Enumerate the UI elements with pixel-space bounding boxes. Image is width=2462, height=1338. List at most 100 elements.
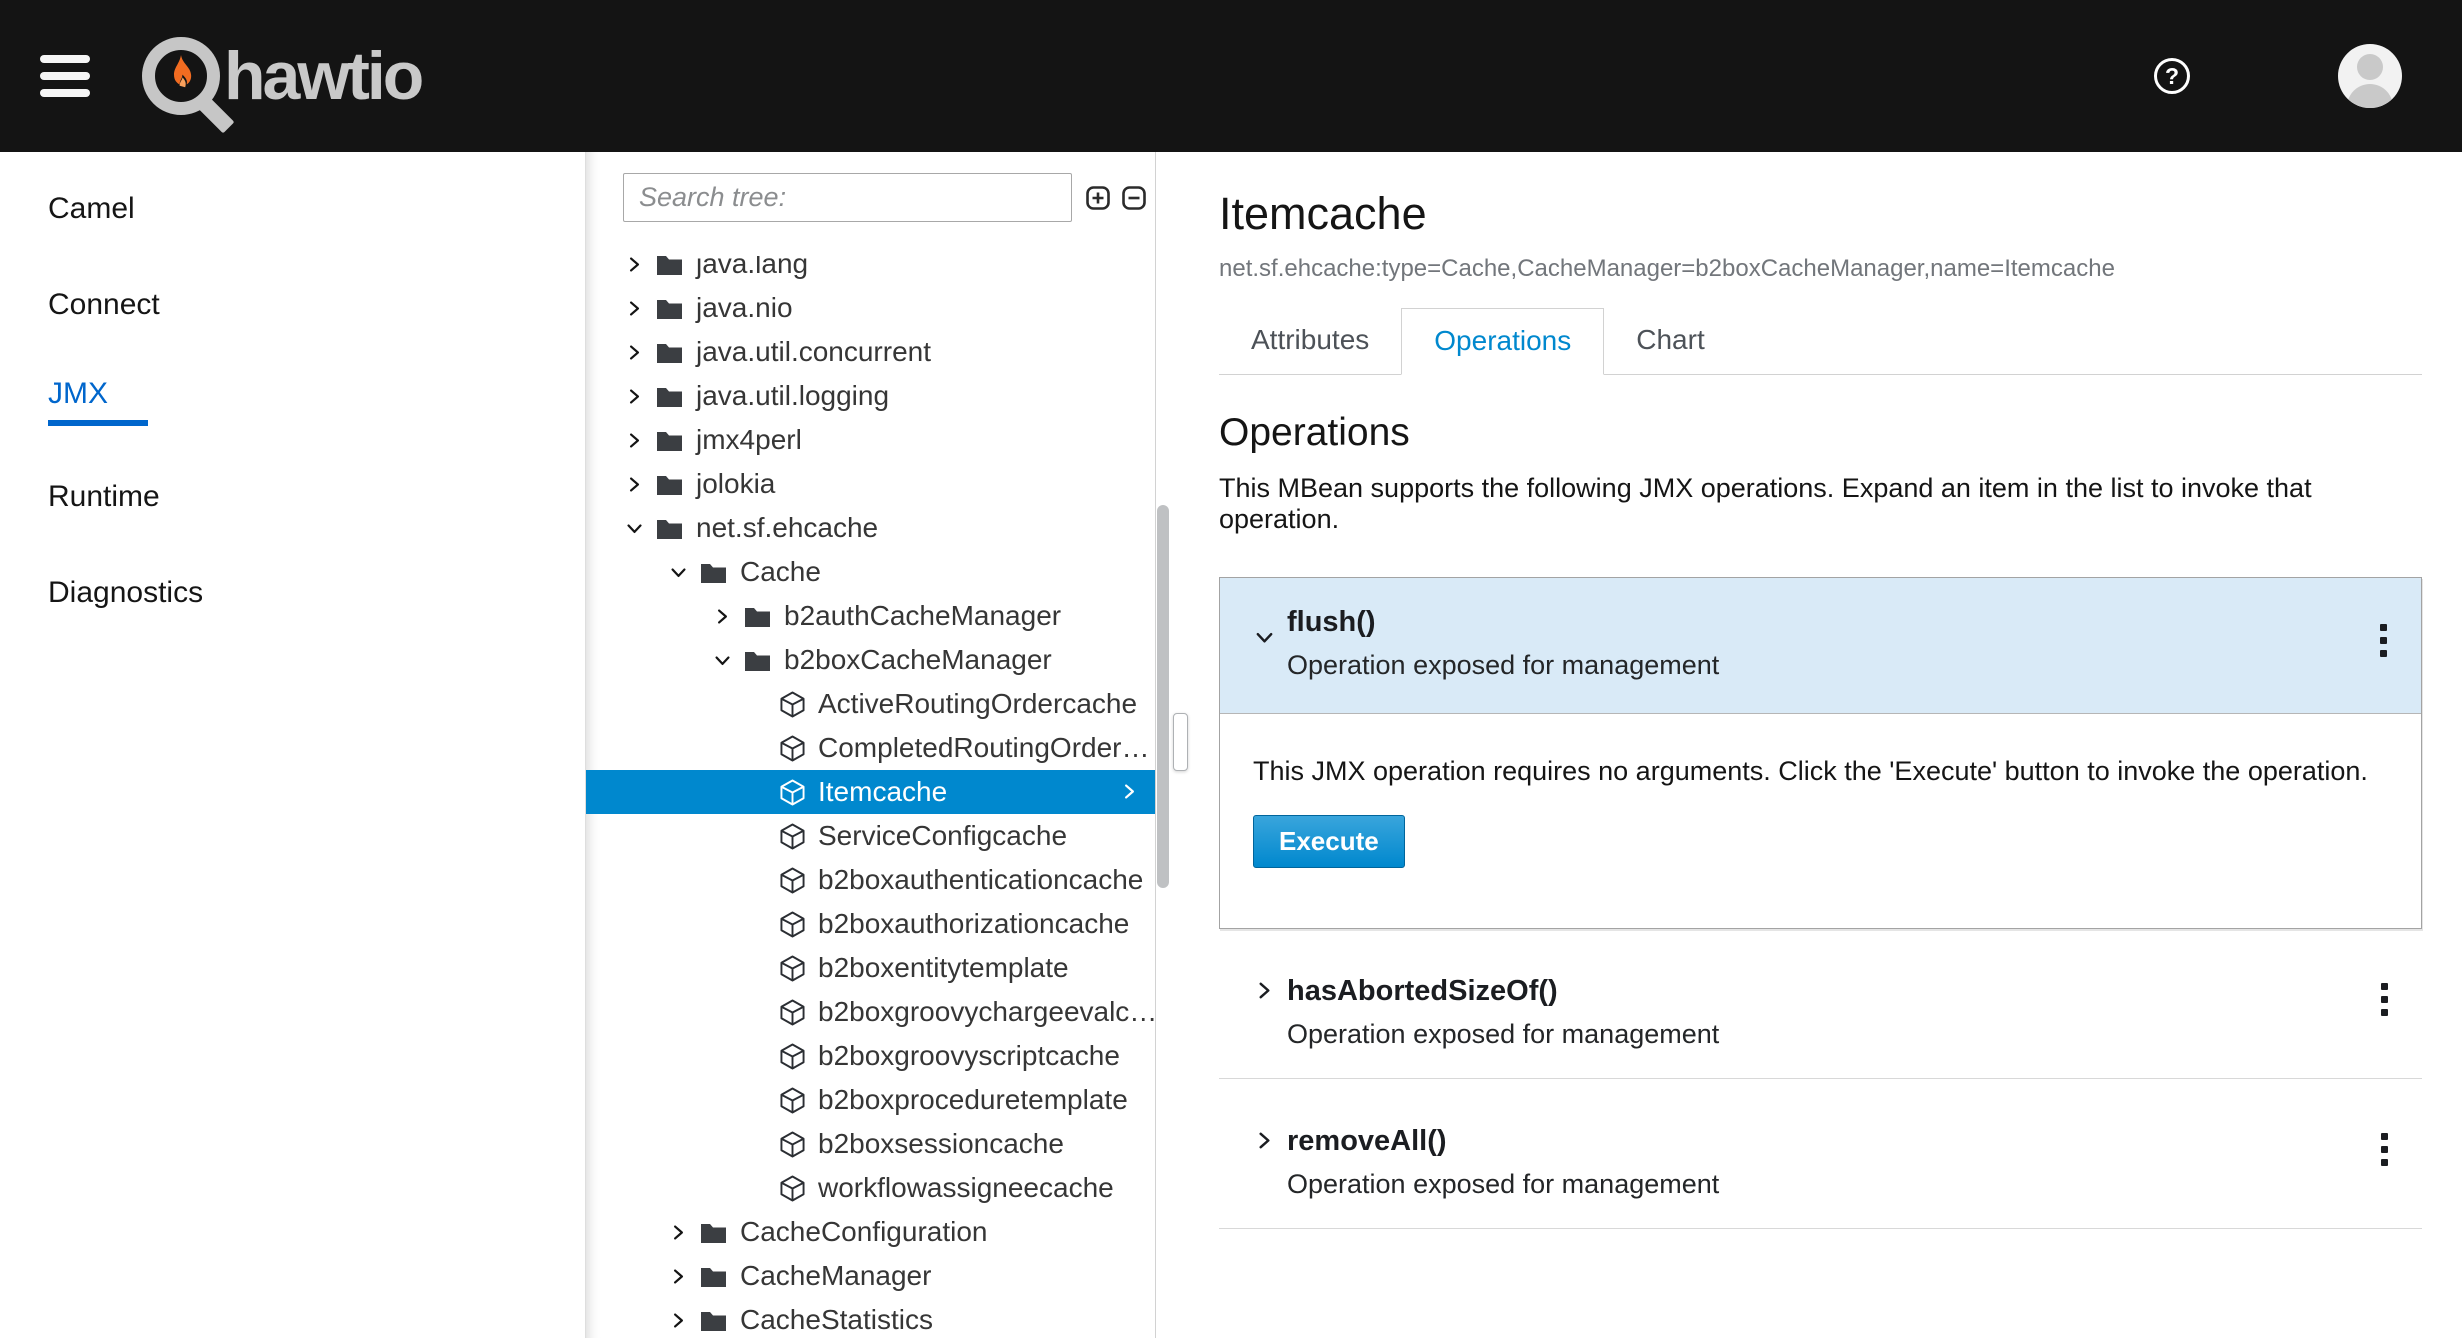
- collapse-all-button[interactable]: [1122, 186, 1146, 210]
- tree-node-label: b2boxauthorizationcache: [818, 908, 1129, 940]
- tree-folder-b2boxcachemanager[interactable]: b2boxCacheManager: [586, 638, 1155, 682]
- tree-node-label: workflowassigneecache: [818, 1172, 1114, 1204]
- sidebar-item-camel[interactable]: Camel: [0, 161, 585, 257]
- chevron-right-icon[interactable]: [626, 388, 644, 405]
- chevron-right-icon[interactable]: [714, 608, 732, 625]
- folder-icon: [656, 473, 683, 496]
- chevron-right-icon[interactable]: [1255, 981, 1274, 1000]
- chevron-right-icon[interactable]: [626, 256, 644, 273]
- cube-icon: [780, 779, 805, 806]
- tab-bar: AttributesOperationsChart: [1219, 308, 2422, 375]
- tree-node-workflowassigneecache[interactable]: workflowassigneecache: [586, 1166, 1155, 1210]
- operation-row-removeall[interactable]: removeAll()Operation exposed for managem…: [1219, 1079, 2422, 1229]
- splitter-drag-handle[interactable]: [1173, 713, 1188, 771]
- tab-attributes[interactable]: Attributes: [1219, 308, 1401, 374]
- tree-node-activeroutingordercache[interactable]: ActiveRoutingOrdercache: [586, 682, 1155, 726]
- folder-icon: [656, 385, 683, 408]
- sidebar-item-diagnostics[interactable]: Diagnostics: [0, 545, 585, 641]
- user-avatar[interactable]: [2338, 44, 2402, 108]
- tree-folder-cacheconfiguration[interactable]: CacheConfiguration: [586, 1210, 1155, 1254]
- tree-node-label: CacheConfiguration: [740, 1216, 988, 1248]
- operation-row-hasabortedsizeof[interactable]: hasAbortedSizeOf() Operation exposed for …: [1219, 929, 2422, 1079]
- tree-folder-java-lang[interactable]: java.lang: [586, 256, 1155, 286]
- operation-card-flush: flush()Operation exposed for managementT…: [1219, 577, 2422, 929]
- cube-icon: [780, 1131, 805, 1158]
- tree-folder-cachemanager[interactable]: CacheManager: [586, 1254, 1155, 1298]
- tree-folder-java-nio[interactable]: java.nio: [586, 286, 1155, 330]
- sidebar-item-label: Runtime: [48, 480, 585, 514]
- mbean-object-name: net.sf.ehcache:type=Cache,CacheManager=b…: [1219, 255, 2422, 283]
- tree-folder-jolokia[interactable]: jolokia: [586, 462, 1155, 506]
- folder-icon: [700, 1265, 727, 1288]
- tree-folder-java-util-concurrent[interactable]: java.util.concurrent: [586, 330, 1155, 374]
- operation-name: flush(): [1287, 606, 2301, 639]
- chevron-right-icon[interactable]: [626, 432, 644, 449]
- kebab-menu-icon[interactable]: [2377, 1129, 2392, 1170]
- operation-header-flush[interactable]: flush() Operation exposed for management: [1220, 578, 2421, 714]
- sidebar-item-jmx[interactable]: JMX: [0, 353, 585, 449]
- selected-row-chevron-right-icon[interactable]: [1121, 783, 1138, 800]
- tree-node-b2boxauthenticationcache[interactable]: b2boxauthenticationcache: [586, 858, 1155, 902]
- tab-operations[interactable]: Operations: [1401, 308, 1604, 375]
- tree-node-completedroutingorder-[interactable]: CompletedRoutingOrder…: [586, 726, 1155, 770]
- operation-description: Operation exposed for management: [1287, 650, 2301, 681]
- cube-icon: [780, 955, 805, 982]
- tree-node-label: b2boxgroovyscriptcache: [818, 1040, 1120, 1072]
- chevron-down-icon[interactable]: [1255, 628, 1274, 647]
- tree-folder-java-util-logging[interactable]: java.util.logging: [586, 374, 1155, 418]
- tree-folder-b2authcachemanager[interactable]: b2authCacheManager: [586, 594, 1155, 638]
- tree-node-b2boxgroovyscriptcache[interactable]: b2boxgroovyscriptcache: [586, 1034, 1155, 1078]
- chevron-right-icon[interactable]: [1255, 1131, 1274, 1150]
- tab-chart[interactable]: Chart: [1604, 308, 1736, 374]
- tree-folder-cache[interactable]: Cache: [586, 550, 1155, 594]
- chevron-down-icon[interactable]: [626, 520, 644, 537]
- hamburger-menu-icon[interactable]: [40, 55, 90, 97]
- tree-node-label: b2boxgroovychargeevalc…: [818, 996, 1155, 1028]
- tree-folder-cachestatistics[interactable]: CacheStatistics: [586, 1298, 1155, 1338]
- chevron-right-icon[interactable]: [626, 344, 644, 361]
- expand-all-button[interactable]: [1086, 186, 1110, 210]
- tree-node-label: b2boxentitytemplate: [818, 952, 1069, 984]
- kebab-menu-icon[interactable]: [2377, 979, 2392, 1020]
- help-icon[interactable]: ?: [2154, 58, 2190, 94]
- operation-description: Operation exposed for management: [1287, 1019, 2302, 1050]
- tree-list: java.lang java.nio java.util.concurrent jav…: [586, 256, 1155, 1338]
- tree-node-b2boxentitytemplate[interactable]: b2boxentitytemplate: [586, 946, 1155, 990]
- operations-description: This MBean supports the following JMX op…: [1219, 473, 2422, 535]
- sidebar-item-runtime[interactable]: Runtime: [0, 449, 585, 545]
- sidebar-item-connect[interactable]: Connect: [0, 257, 585, 353]
- hawtio-logo[interactable]: hawtio: [142, 37, 421, 115]
- chevron-right-icon[interactable]: [670, 1312, 688, 1329]
- chevron-right-icon[interactable]: [626, 300, 644, 317]
- folder-icon: [700, 561, 727, 584]
- cube-icon: [780, 691, 805, 718]
- tree-scrollbar-thumb[interactable]: [1157, 505, 1169, 888]
- tree-node-b2boxproceduretemplate[interactable]: b2boxproceduretemplate: [586, 1078, 1155, 1122]
- masthead: hawtio ?: [0, 0, 2462, 152]
- tree-folder-jmx4perl[interactable]: jmx4perl: [586, 418, 1155, 462]
- tree-node-b2boxgroovychargeevalc-[interactable]: b2boxgroovychargeevalc…: [586, 990, 1155, 1034]
- tree-node-label: b2authCacheManager: [784, 600, 1061, 632]
- jmx-tree-panel: java.lang java.nio java.util.concurrent jav…: [585, 152, 1156, 1338]
- tree-node-label: java.nio: [696, 292, 793, 324]
- tree-node-label: b2boxproceduretemplate: [818, 1084, 1128, 1116]
- operation-name: hasAbortedSizeOf(): [1287, 975, 2302, 1008]
- execute-button[interactable]: Execute: [1253, 815, 1405, 868]
- chevron-right-icon[interactable]: [670, 1268, 688, 1285]
- folder-icon: [744, 649, 771, 672]
- kebab-menu-icon[interactable]: [2376, 620, 2391, 661]
- folder-icon: [700, 1221, 727, 1244]
- tree-node-b2boxauthorizationcache[interactable]: b2boxauthorizationcache: [586, 902, 1155, 946]
- tree-node-serviceconfigcache[interactable]: ServiceConfigcache: [586, 814, 1155, 858]
- tree-node-b2boxsessioncache[interactable]: b2boxsessioncache: [586, 1122, 1155, 1166]
- chevron-right-icon[interactable]: [626, 476, 644, 493]
- chevron-down-icon[interactable]: [714, 652, 732, 669]
- search-tree-input[interactable]: [623, 173, 1072, 222]
- chevron-right-icon[interactable]: [670, 1224, 688, 1241]
- tree-node-label: java.util.concurrent: [696, 336, 931, 368]
- tree-node-itemcache[interactable]: Itemcache: [586, 770, 1155, 814]
- chevron-down-icon[interactable]: [670, 564, 688, 581]
- page-title: Itemcache: [1219, 188, 2422, 240]
- tree-folder-net-sf-ehcache[interactable]: net.sf.ehcache: [586, 506, 1155, 550]
- tree-node-label: ActiveRoutingOrdercache: [818, 688, 1137, 720]
